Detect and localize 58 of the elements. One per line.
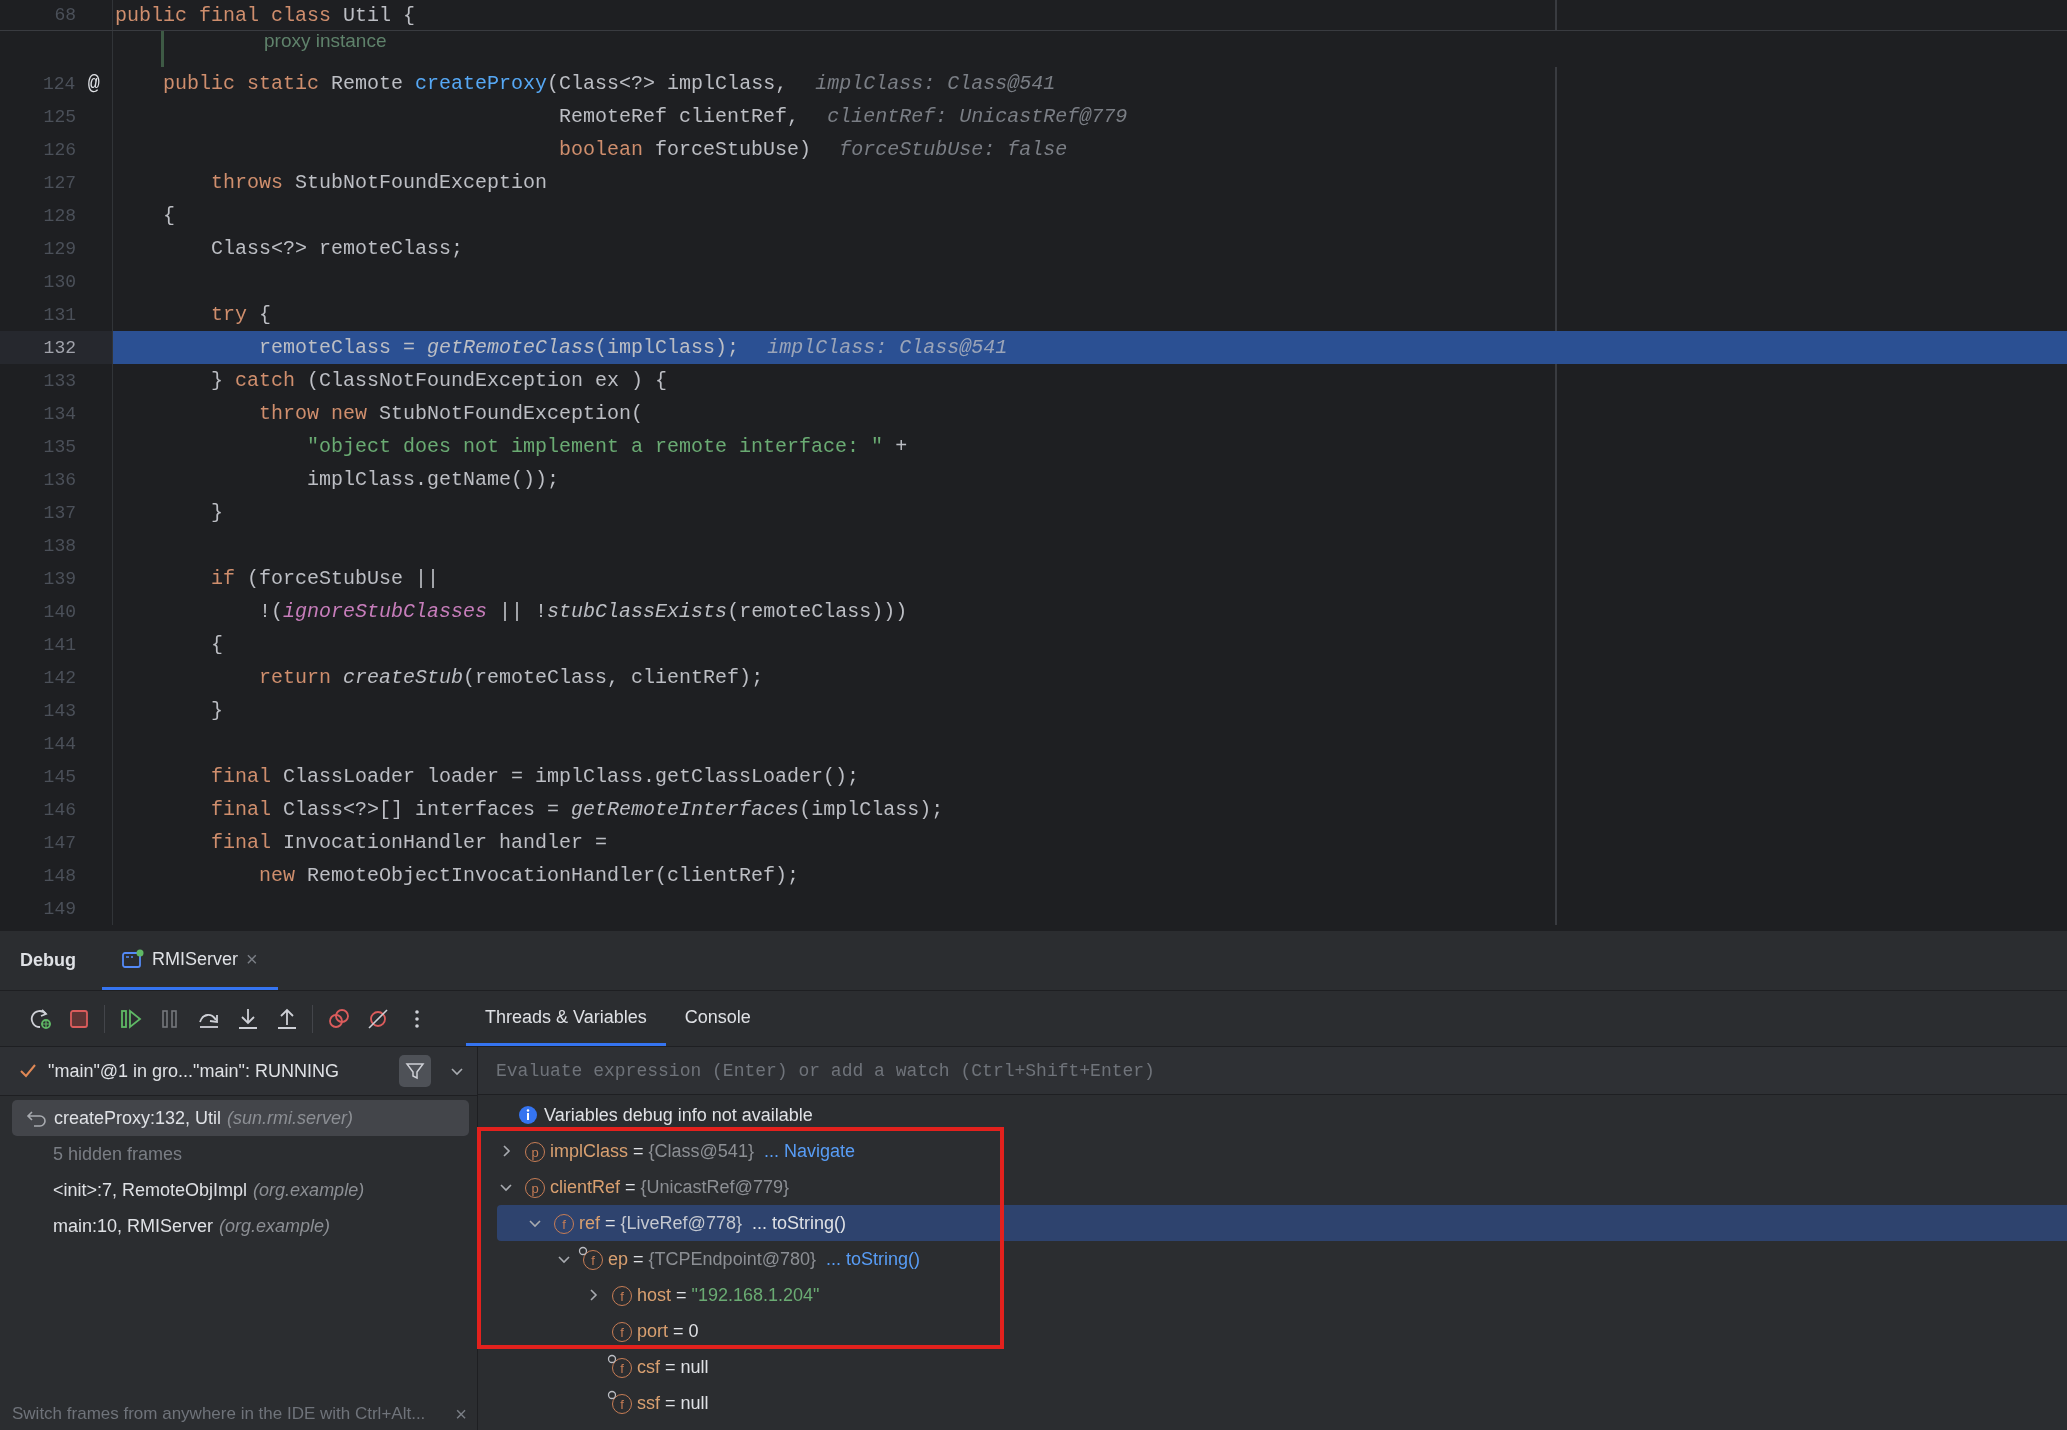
code-line: final ClassLoader loader = implClass.getClassLoader(); [210, 765, 860, 788]
code-line: public static Remote createProxy(Class<?> implClass, [162, 72, 788, 95]
code-line: implClass.getName()); [306, 468, 560, 491]
variable-link[interactable]: ... Navigate [763, 1140, 855, 1162]
code-line: public final class Util { [115, 3, 416, 27]
code-line: { [210, 633, 224, 656]
info-message: Variables debug info not available [544, 1104, 813, 1126]
variable-row[interactable]: f ref = {LiveRef@778} ... toString() [497, 1205, 2067, 1241]
inline-hint: implClass: Class@541 [767, 336, 1008, 359]
resume-icon[interactable] [118, 1006, 143, 1031]
stack-frame[interactable]: createProxy:132, Util (sun.rmi.server) [12, 1100, 469, 1136]
code-line: return createStub(remoteClass, clientRef); [258, 666, 764, 689]
inline-hint: implClass: Class@541 [815, 72, 1056, 95]
code-line: RemoteRef clientRef, [558, 105, 800, 128]
view-tab[interactable]: Console [665, 991, 770, 1046]
code-line: boolean forceStubUse) [558, 138, 812, 161]
variable-entry[interactable]: port = 0 [637, 1320, 699, 1342]
doc-comment: proxy instance [264, 31, 387, 51]
code-line: throws StubNotFoundException [210, 171, 548, 194]
inline-hint: clientRef: UnicastRef@779 [827, 105, 1128, 128]
variable-entry[interactable]: host = "192.168.1.204" [637, 1284, 820, 1306]
session-tab[interactable]: RMIServer × [102, 931, 278, 990]
code-line: } [210, 699, 224, 722]
variable-entry[interactable]: csf = null [637, 1356, 709, 1378]
variable-entry[interactable]: ssf = null [637, 1392, 709, 1414]
info-icon [518, 1105, 538, 1125]
code-line: new RemoteObjectInvocationHandler(clientRef); [258, 864, 800, 887]
code-line: { [162, 204, 175, 227]
variable-entry[interactable]: ep = {TCPEndpoint@780} [608, 1248, 816, 1270]
filter-button[interactable] [399, 1055, 431, 1087]
override-marker[interactable]: @ [75, 72, 112, 95]
return-arrow-icon [26, 1108, 48, 1128]
mute-breakpoints-icon[interactable] [326, 1006, 351, 1031]
code-line: final Class<?>[] interfaces = getRemoteInterfaces(implClass); [210, 798, 944, 821]
hint-text: Switch frames from anywhere in the IDE with Ctrl+Alt... [12, 1404, 426, 1424]
code-line: throw new StubNotFoundException( [258, 402, 644, 425]
variable-entry[interactable]: implClass = {Class@541} [550, 1140, 754, 1162]
variable-entry[interactable]: ref = {LiveRef@778} [579, 1212, 742, 1234]
stack-frame[interactable]: <init>:7, RemoteObjImpl (org.example) [12, 1172, 469, 1208]
code-line: try { [210, 303, 272, 326]
code-line: final InvocationHandler handler = [210, 831, 608, 854]
code-line: if (forceStubUse || [210, 567, 440, 590]
code-line: } [210, 501, 224, 524]
inline-hint: forceStubUse: false [839, 138, 1068, 161]
line-number: 132 [42, 337, 76, 358]
code-line: !(ignoreStubClasses || !stubClassExists(remoteClass))) [258, 600, 908, 623]
evaluate-field[interactable]: Evaluate expression (Enter) or add a watch (Ctrl+Shift+Enter) [478, 1047, 2067, 1095]
variable-entry[interactable]: clientRef = {UnicastRef@779} [550, 1176, 789, 1198]
panel-title: Debug [20, 950, 76, 971]
variable-link[interactable]: ... toString() [825, 1248, 920, 1270]
code-line: } catch (ClassNotFoundException ex ) { [210, 369, 668, 392]
code-line: "object does not implement a remote interface: " + [306, 435, 908, 458]
variable-link[interactable]: ... toString() [751, 1212, 846, 1234]
stack-frame[interactable]: main:10, RMIServer (org.example) [12, 1208, 469, 1244]
window-icon [122, 949, 144, 969]
code-line: Class<?> remoteClass; [210, 237, 464, 260]
code-line: remoteClass = getRemoteClass(implClass); [258, 336, 740, 359]
filter-icon [405, 1061, 425, 1081]
